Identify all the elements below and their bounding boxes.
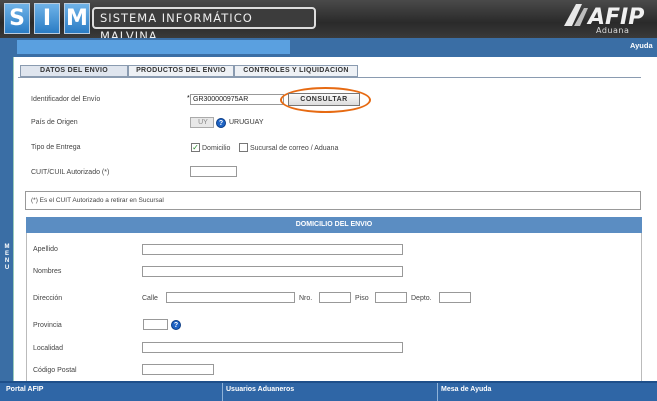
help-link[interactable]: Ayuda [630, 41, 653, 50]
shipment-id-input[interactable]: GR300000975AR [190, 94, 284, 105]
afip-logo: AFIP [564, 4, 644, 28]
logo-letter-i: I [34, 3, 60, 34]
delivery-branch-label: Sucursal de correo / Aduana [250, 145, 339, 152]
system-title: SISTEMA INFORMÁTICO MALVINA [92, 7, 316, 43]
footer-divider [222, 383, 223, 401]
cuit-note-text: (*) Es el CUIT Autorizado a retirar en S… [31, 197, 164, 204]
logo-letter-s: S [4, 3, 30, 34]
address-section-body [26, 233, 642, 381]
surname-label: Apellido [33, 246, 58, 253]
origin-country-code: UY [190, 117, 214, 128]
side-menu[interactable] [0, 57, 13, 381]
footer-divider [437, 383, 438, 401]
tab-controles-y-liquidacion[interactable]: CONTROLES Y LIQUIDACION [234, 65, 358, 77]
footer-bar [0, 381, 657, 401]
apt-label: Depto. [411, 295, 432, 302]
origin-country-name: URUGUAY [229, 119, 264, 126]
street-label: Calle [142, 295, 158, 302]
footer-usuarios-aduaneros[interactable]: Usuarios Aduaneros [226, 386, 294, 393]
number-label: Nro. [299, 295, 313, 302]
locality-input[interactable] [142, 342, 403, 353]
tab-datos-del-envio[interactable]: DATOS DEL ENVIO [20, 65, 128, 77]
province-select[interactable] [143, 319, 168, 330]
side-menu-label[interactable]: MENU [3, 244, 11, 272]
shipment-id-label: Identificador del Envío [31, 96, 101, 103]
delivery-type-label: Tipo de Entrega [31, 144, 81, 151]
surname-input[interactable] [142, 244, 403, 255]
toolbar-highlight [17, 40, 290, 54]
postal-code-input[interactable] [142, 364, 214, 375]
number-input[interactable] [319, 292, 351, 303]
delivery-home-label: Domicilio [202, 145, 231, 152]
floor-label: Piso [355, 295, 369, 302]
delivery-branch-checkbox[interactable] [239, 143, 248, 152]
afip-brand-text: AFIP [586, 5, 644, 28]
logo-letter-m: M [64, 3, 90, 34]
address-label: Dirección [33, 295, 63, 302]
floor-input[interactable] [375, 292, 407, 303]
province-help-icon[interactable]: ? [171, 320, 181, 330]
names-input[interactable] [142, 266, 403, 277]
origin-country-label: País de Origen [31, 119, 78, 126]
street-input[interactable] [166, 292, 295, 303]
delivery-home-checkbox[interactable]: ✓ [191, 143, 200, 152]
authorized-cuit-label: CUIT/CUIL Autorizado (*) [31, 169, 110, 176]
address-section-title: DOMICILIO DEL ENVIO [26, 217, 642, 233]
tab-productos-del-envio[interactable]: PRODUCTOS DEL ENVIO [128, 65, 234, 77]
names-label: Nombres [33, 268, 62, 275]
help-icon[interactable]: ? [216, 118, 226, 128]
footer-mesa-de-ayuda[interactable]: Mesa de Ayuda [441, 386, 491, 393]
locality-label: Localidad [33, 345, 63, 352]
tab-divider [18, 77, 641, 78]
apt-input[interactable] [439, 292, 471, 303]
authorized-cuit-input[interactable] [190, 166, 237, 177]
consultar-button[interactable]: CONSULTAR [288, 93, 360, 106]
footer-portal-afip[interactable]: Portal AFIP [6, 386, 43, 393]
postal-code-label: Código Postal [33, 367, 77, 374]
aduana-label: Aduana [596, 26, 630, 35]
province-label: Provincia [33, 322, 62, 329]
